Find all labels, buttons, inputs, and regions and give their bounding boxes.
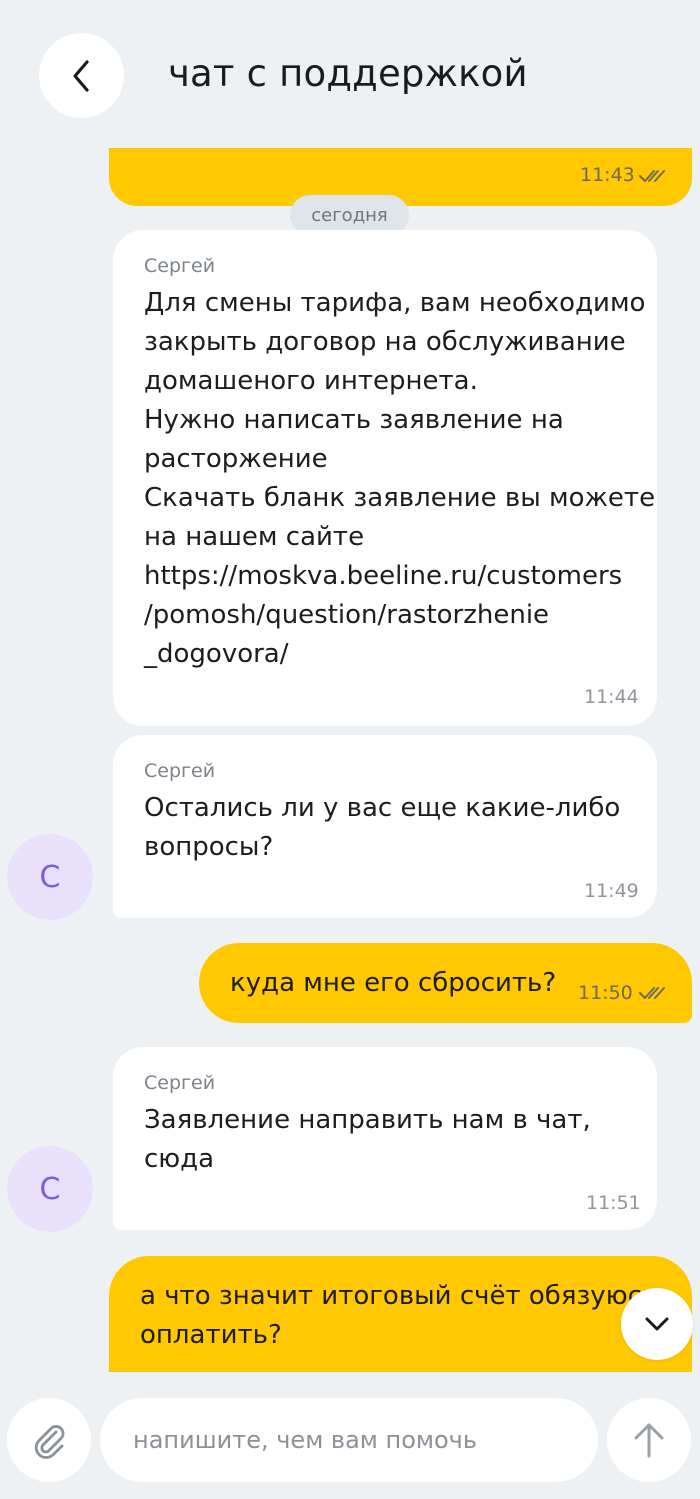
sender-name: Сергей [144, 255, 216, 277]
message-text: Для смены тарифа, вам необходимо закрыть… [144, 288, 656, 669]
incoming-message[interactable]: Сергей Заявление направить нам в чат, сю… [113, 1047, 657, 1230]
chevron-down-icon [645, 1317, 669, 1331]
outgoing-message[interactable]: 11:43 [109, 148, 692, 206]
back-button[interactable] [39, 33, 124, 118]
send-button[interactable] [607, 1398, 691, 1482]
message-text: Заявление направить нам в чат, сюда [144, 1105, 591, 1174]
message-text: куда мне его сбросить? [230, 968, 557, 998]
message-input[interactable] [100, 1398, 598, 1482]
sender-name: Сергей [144, 760, 216, 782]
message-time: 11:43 [580, 164, 635, 186]
page-title: чат с поддержкой [168, 52, 528, 95]
date-separator: сегодня [290, 195, 409, 235]
chevron-left-icon [72, 59, 89, 92]
arrow-up-icon [634, 1423, 664, 1458]
chat-header: чат с поддержкой [0, 0, 700, 150]
message-link[interactable]: https://moskva.beeline.ru/customers [144, 557, 655, 596]
message-time: 11:44 [584, 686, 639, 708]
message-time: 11:49 [584, 880, 639, 902]
avatar: С [7, 1146, 93, 1232]
avatar: С [7, 834, 93, 920]
scroll-down-button[interactable] [621, 1288, 693, 1360]
read-checkmarks-icon [639, 987, 665, 999]
outgoing-message[interactable]: куда мне его сбросить? 11:50 [199, 943, 692, 1023]
paperclip-icon [34, 1425, 65, 1459]
outgoing-message[interactable]: а что значит итоговый счёт обязуюсь опла… [109, 1256, 692, 1372]
message-time: 11:51 [586, 1192, 641, 1214]
attach-button[interactable] [7, 1398, 91, 1482]
read-checkmarks-icon [639, 170, 665, 182]
incoming-message[interactable]: Сергей Для смены тарифа, вам необходимо … [113, 230, 657, 726]
message-text: а что значит итоговый счёт обязуюсь опла… [140, 1281, 658, 1350]
incoming-message[interactable]: Сергей Остались ли у вас еще какие-либо … [113, 735, 657, 918]
message-text: Остались ли у вас еще какие-либо вопросы… [144, 793, 621, 862]
sender-name: Сергей [144, 1072, 216, 1094]
message-time: 11:50 [578, 982, 633, 1004]
